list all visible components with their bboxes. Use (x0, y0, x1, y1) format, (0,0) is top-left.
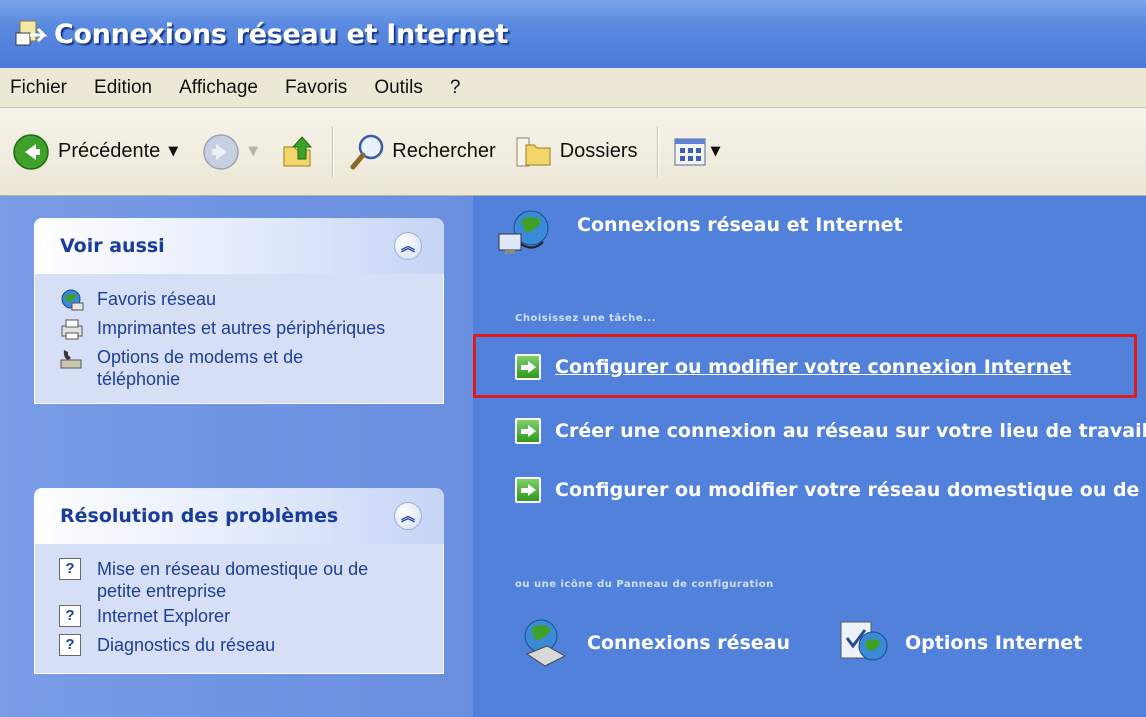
title-bar: Connexions réseau et Internet (0, 0, 1146, 68)
menu-fichier[interactable]: Fichier (10, 77, 67, 99)
network-globe-icon (59, 288, 87, 314)
see-also-title: Voir aussi (60, 235, 165, 257)
menu-edition[interactable]: Edition (94, 77, 152, 99)
link-printers[interactable]: Imprimantes et autres périphériques (59, 317, 443, 343)
up-folder-button[interactable] (280, 133, 318, 171)
forward-arrow-icon (203, 133, 240, 170)
link-network-diagnostics[interactable]: ? Diagnostics du réseau (59, 634, 443, 660)
network-folder-icon (14, 17, 48, 51)
search-icon (350, 134, 384, 169)
views-button[interactable]: ▼ (673, 137, 720, 167)
cp-internet-options[interactable]: Options Internet (835, 616, 1082, 670)
views-icon (674, 138, 706, 165)
phone-modem-icon (59, 346, 87, 372)
views-dropdown-icon[interactable]: ▼ (710, 144, 720, 159)
back-label: Précédente (58, 140, 161, 162)
task-label: Configurer ou modifier votre réseau dome… (555, 479, 1146, 501)
window-title: Connexions réseau et Internet (54, 18, 509, 50)
link-label: Diagnostics du réseau (97, 635, 276, 655)
see-also-panel: Voir aussi ︽ Favoris réseau Imprimantes … (34, 218, 444, 404)
link-label: Internet Explorer (97, 606, 231, 626)
troubleshoot-panel: Résolution des problèmes ︽ ? Mise en rés… (34, 488, 444, 674)
menu-affichage[interactable]: Affichage (179, 77, 258, 99)
help-icon: ? (59, 605, 87, 631)
folders-button[interactable]: Dossiers (514, 133, 638, 171)
task-configure-internet[interactable]: Configurer ou modifier votre connexion I… (515, 354, 1071, 380)
link-label: Options de modems et de téléphonie (97, 347, 304, 389)
forward-button[interactable]: ▼ (202, 133, 258, 171)
toolbar-separator (332, 126, 335, 177)
left-task-pane: Voir aussi ︽ Favoris réseau Imprimantes … (0, 196, 473, 717)
green-arrow-icon (515, 418, 541, 444)
main-content: Connexions réseau et Internet Choisissez… (473, 196, 1146, 717)
task-home-network[interactable]: Configurer ou modifier votre réseau dome… (515, 477, 1146, 503)
search-label: Rechercher (392, 140, 496, 162)
cp-label: Connexions réseau (587, 632, 791, 654)
task-workplace-connection[interactable]: Créer une connexion au réseau sur votre … (515, 418, 1146, 444)
help-icon: ? (59, 634, 87, 660)
troubleshoot-body: ? Mise en réseau domestique ou de petite… (34, 544, 444, 674)
toolbar: Précédente ▼ ▼ Rechercher Dossiers ▼ (0, 108, 1146, 196)
link-label: Favoris réseau (97, 289, 217, 309)
back-arrow-icon (13, 133, 49, 170)
task-label: Créer une connexion au réseau sur votre … (555, 420, 1146, 442)
task-label: Configurer ou modifier votre connexion I… (555, 356, 1072, 378)
folders-icon (516, 137, 551, 166)
up-folder-icon (283, 135, 313, 166)
internet-options-icon (840, 621, 888, 661)
cp-network-connections[interactable]: Connexions réseau (517, 616, 790, 670)
link-label: Mise en réseau domestique ou de petite e… (97, 559, 369, 601)
menu-outils[interactable]: Outils (374, 77, 423, 99)
toolbar-separator (657, 126, 660, 177)
see-also-header[interactable]: Voir aussi ︽ (34, 218, 444, 274)
link-label: Imprimantes et autres périphériques (97, 318, 386, 338)
menu-favoris[interactable]: Favoris (285, 77, 347, 99)
link-modems[interactable]: Options de modems et de téléphonie (59, 346, 443, 390)
network-connections-icon (524, 619, 567, 667)
menu-bar: Fichier Edition Affichage Favoris Outils… (0, 68, 1146, 108)
troubleshoot-header[interactable]: Résolution des problèmes ︽ (34, 488, 444, 544)
folders-label: Dossiers (559, 140, 638, 162)
search-button[interactable]: Rechercher (348, 132, 496, 172)
choose-task-label: Choisissez une tâche... (515, 313, 656, 324)
forward-dropdown-icon[interactable]: ▼ (248, 144, 258, 159)
link-home-network-help[interactable]: ? Mise en réseau domestique ou de petite… (59, 558, 443, 602)
or-pick-icon-label: ou une icône du Panneau de configuration (515, 579, 774, 590)
cp-label: Options Internet (905, 632, 1083, 654)
green-arrow-icon (515, 477, 541, 503)
see-also-body: Favoris réseau Imprimantes et autres pér… (34, 274, 444, 404)
collapse-chevron-icon[interactable]: ︽ (394, 502, 422, 530)
back-button[interactable]: Précédente ▼ (12, 133, 178, 171)
green-arrow-icon (515, 354, 541, 380)
collapse-chevron-icon[interactable]: ︽ (394, 232, 422, 260)
help-icon: ? (59, 558, 87, 584)
troubleshoot-title: Résolution des problèmes (60, 505, 339, 527)
network-internet-icon (498, 210, 549, 254)
back-dropdown-icon[interactable]: ▼ (168, 144, 178, 159)
menu-help[interactable]: ? (450, 77, 461, 99)
link-network-favorites[interactable]: Favoris réseau (59, 288, 443, 314)
link-ie-help[interactable]: ? Internet Explorer (59, 605, 443, 631)
section-title: Connexions réseau et Internet (577, 214, 903, 236)
printer-icon (59, 317, 87, 343)
